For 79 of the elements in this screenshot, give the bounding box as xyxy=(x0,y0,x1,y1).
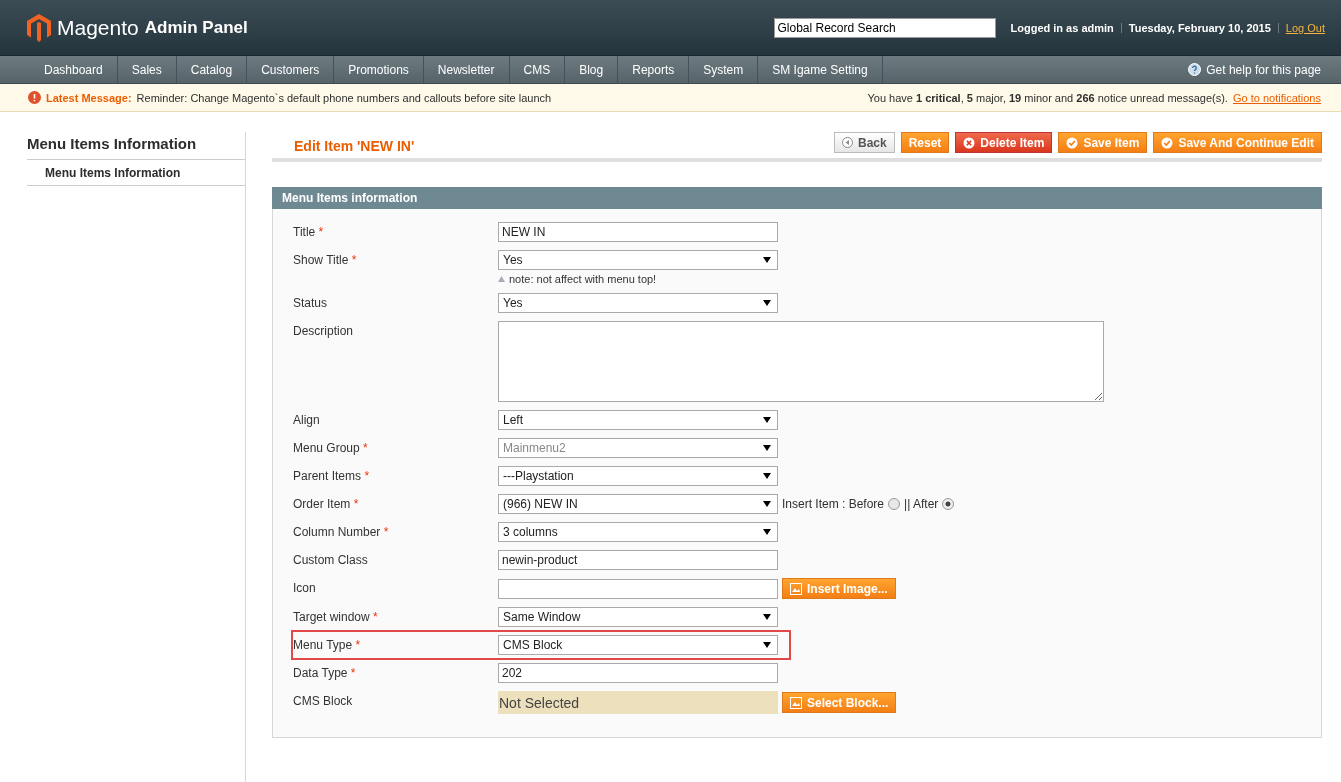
action-button[interactable]: Delete Item xyxy=(955,132,1053,153)
field-label: Parent Items * xyxy=(293,468,371,483)
radio-button[interactable] xyxy=(888,498,901,510)
message-text: Reminder: Change Magento`s default phone numbers and callouts before site launch xyxy=(136,91,552,104)
logo-icon xyxy=(27,13,51,42)
chooser-display: Not Selected xyxy=(498,691,778,714)
select-field[interactable]: Left xyxy=(498,410,778,430)
text-field[interactable]: 202 xyxy=(498,663,778,683)
select-field[interactable]: (966) NEW IN xyxy=(498,494,778,514)
dropdown-arrow-icon xyxy=(763,417,771,423)
field-label: Target window * xyxy=(293,609,379,624)
dropdown-arrow-icon xyxy=(763,614,771,620)
field-label: Custom Class xyxy=(293,552,369,567)
nav-item[interactable]: Catalog xyxy=(176,56,248,83)
nav-item[interactable]: Blog xyxy=(565,56,619,83)
nav-item[interactable]: SM Igame Setting xyxy=(758,56,883,83)
notifications-link[interactable]: Go to notifications xyxy=(1232,91,1321,104)
field-label: Menu Group * xyxy=(293,440,369,455)
action-button[interactable]: Back xyxy=(834,132,895,153)
user-info: Logged in as admin xyxy=(1010,21,1114,34)
nav-item[interactable]: Promotions xyxy=(334,56,424,83)
position-label: Insert Item : Before xyxy=(782,497,885,511)
triangle-icon xyxy=(498,276,505,282)
help-link[interactable]: Get help for this page xyxy=(1188,56,1341,83)
text-field[interactable]: NEW IN xyxy=(498,222,778,242)
field-label: Description xyxy=(293,323,355,338)
dropdown-arrow-icon xyxy=(763,445,771,451)
select-field[interactable]: CMS Block xyxy=(498,635,778,655)
radio-button[interactable] xyxy=(942,498,955,510)
field-label: Order Item * xyxy=(293,496,360,511)
field-note: note: not affect with menu top! xyxy=(498,273,778,285)
search-field[interactable]: Global Record Search xyxy=(773,17,996,38)
delete-icon xyxy=(963,136,976,149)
image-icon xyxy=(790,696,802,709)
nav-item[interactable]: Reports xyxy=(618,56,690,83)
field-label: Icon xyxy=(293,580,317,595)
field-label: Menu Type * xyxy=(293,637,362,652)
dropdown-arrow-icon xyxy=(763,529,771,535)
text-field[interactable] xyxy=(498,578,778,599)
dropdown-arrow-icon xyxy=(763,642,771,648)
field-label: Column Number * xyxy=(293,524,390,539)
date-text: Tuesday, February 10, 2015 xyxy=(1128,21,1271,34)
nav-item[interactable]: Newsletter xyxy=(423,56,510,83)
description-textarea[interactable] xyxy=(498,321,1104,402)
nav-item[interactable]: Sales xyxy=(117,56,177,83)
image-icon xyxy=(790,582,802,595)
position-label: || After xyxy=(904,497,939,511)
logo-text: Magento xyxy=(57,15,139,40)
message-summary: You have 1 critical, 5 major, 19 minor and 266 notice unread message(s). xyxy=(867,91,1228,104)
dropdown-arrow-icon xyxy=(763,501,771,507)
check-icon xyxy=(1161,136,1174,149)
help-icon xyxy=(1188,63,1202,76)
dropdown-arrow-icon xyxy=(763,300,771,306)
field-label: Show Title * xyxy=(293,252,358,267)
alert-icon xyxy=(28,91,41,104)
nav-item[interactable]: Customers xyxy=(247,56,335,83)
section-header: Menu Items information xyxy=(272,187,1322,209)
select-field[interactable]: Yes xyxy=(498,293,778,313)
select-field[interactable]: Yes xyxy=(498,250,778,270)
field-label: Title * xyxy=(293,224,325,239)
back-icon xyxy=(842,137,853,148)
nav-item[interactable]: CMS xyxy=(509,56,566,83)
select-field[interactable]: 3 columns xyxy=(498,522,778,542)
logo-subtitle: Admin Panel xyxy=(144,17,248,38)
field-label: Align xyxy=(293,412,321,427)
dropdown-arrow-icon xyxy=(763,473,771,479)
field-label: Data Type * xyxy=(293,665,357,680)
select-field[interactable]: ---Playstation xyxy=(498,466,778,486)
field-label: CMS Block xyxy=(293,693,354,708)
field-label: Status xyxy=(293,295,329,310)
dropdown-arrow-icon xyxy=(763,257,771,263)
page-title: Edit Item 'NEW IN' xyxy=(294,138,416,154)
nav-item[interactable]: System xyxy=(689,56,759,83)
nav-item[interactable]: Dashboard xyxy=(30,56,118,83)
message-label: Latest Message: xyxy=(46,91,132,104)
select-field[interactable]: Same Window xyxy=(498,607,778,627)
logout-link[interactable]: Log Out xyxy=(1285,21,1325,34)
text-field[interactable]: newin-product xyxy=(498,550,778,570)
check-icon xyxy=(1066,136,1079,149)
